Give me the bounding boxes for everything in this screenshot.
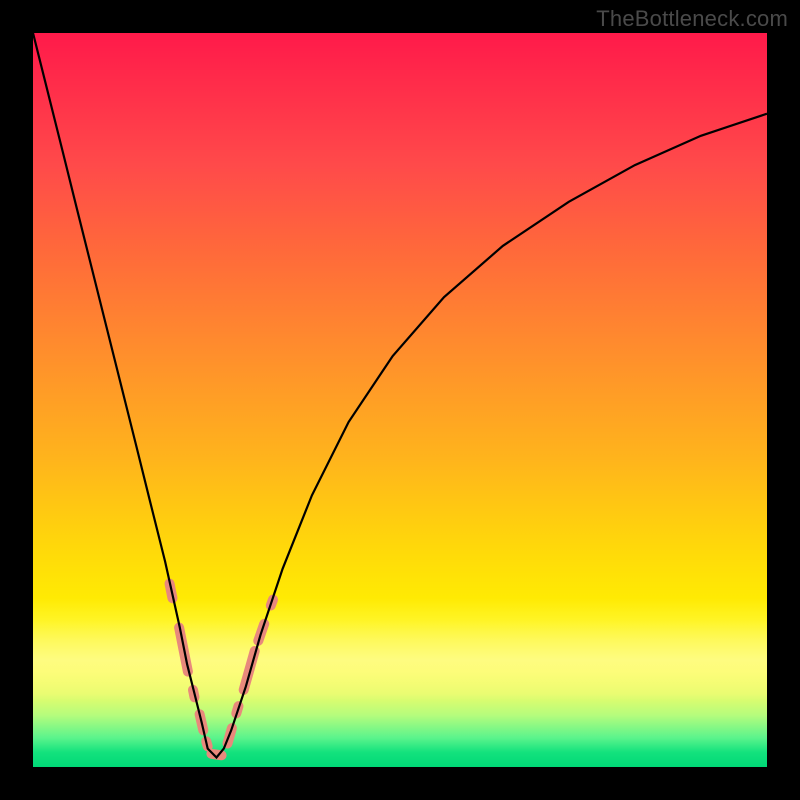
- plot-area: [33, 33, 767, 767]
- watermark-text: TheBottleneck.com: [596, 6, 788, 32]
- chart-svg: [33, 33, 767, 767]
- chart-frame: TheBottleneck.com: [0, 0, 800, 800]
- bottleneck-curve: [33, 33, 767, 758]
- curve-marker: [244, 651, 255, 690]
- marker-group: [170, 584, 274, 756]
